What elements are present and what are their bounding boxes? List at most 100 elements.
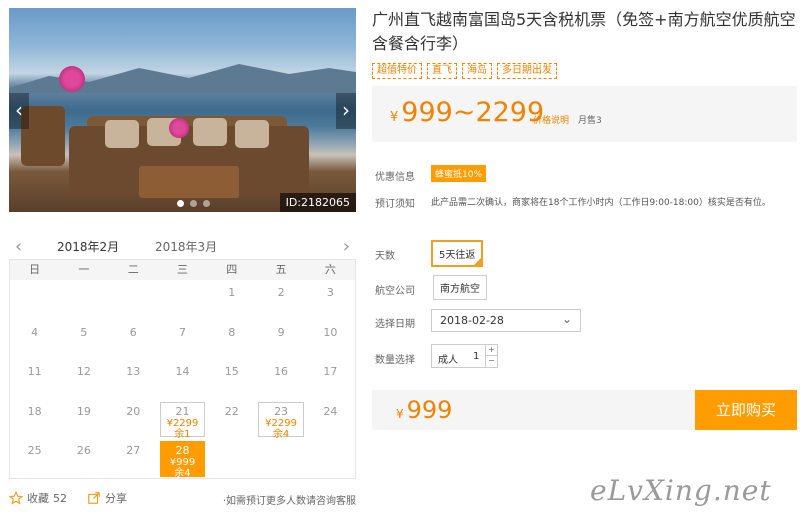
- weekday-label: 六: [324, 263, 336, 276]
- total-price: ¥999: [396, 396, 452, 424]
- currency-symbol: ¥: [396, 407, 404, 421]
- day-number: 27: [126, 444, 141, 457]
- days-label: 天数: [375, 251, 395, 262]
- day-price: ¥2299: [265, 417, 297, 429]
- calendar-empty-cell: [10, 280, 59, 320]
- day-number: 26: [76, 444, 91, 457]
- gallery-dots: [177, 200, 210, 207]
- gallery-dot[interactable]: [177, 200, 184, 207]
- calendar-day: 1: [207, 280, 256, 320]
- increment-button[interactable]: +: [486, 345, 497, 356]
- calendar-day: 4: [10, 320, 59, 360]
- day-number: 28: [175, 444, 190, 457]
- promo-label: 优惠信息: [375, 172, 415, 183]
- price-box: ¥999~2299 价格说明 月售3: [372, 86, 797, 142]
- weekday-label: 二: [127, 263, 139, 276]
- days-option[interactable]: 5天往返: [431, 240, 484, 267]
- day-number: 10: [323, 325, 338, 339]
- calendar-day-available[interactable]: 21 ¥2299 余1: [158, 399, 207, 440]
- day-number: 6: [129, 325, 137, 339]
- day-number: 3: [326, 286, 334, 299]
- airline-label: 航空公司: [375, 286, 415, 297]
- calendar-empty-cell: [109, 280, 158, 320]
- day-number: 21: [175, 404, 190, 418]
- gallery-dot[interactable]: [190, 200, 197, 207]
- site-watermark: eLvXing.net: [590, 474, 772, 507]
- day-number: 1: [228, 286, 236, 299]
- calendar-day: 10: [306, 320, 355, 360]
- calendar-day: 3: [306, 280, 355, 320]
- day-number: 23: [274, 404, 289, 418]
- calendar-day: 11: [10, 359, 59, 399]
- day-number: 25: [27, 444, 42, 457]
- weekday-label: 日: [29, 263, 41, 276]
- calendar-day: 14: [158, 359, 207, 399]
- calendar-day: 6: [109, 320, 158, 360]
- share-button[interactable]: 分享: [87, 490, 127, 506]
- coffee-table: [139, 166, 239, 198]
- product-title: 广州直飞越南富国岛5天含税机票（免签+南方航空优质航空含餐含行李）: [372, 10, 796, 53]
- calendar-day: 24: [306, 399, 355, 439]
- airline-option[interactable]: 南方航空: [433, 275, 487, 300]
- product-tag: 直飞: [427, 63, 457, 79]
- monthly-sales: 月售3: [578, 116, 602, 126]
- favorite-label: 收藏: [27, 492, 49, 505]
- calendar-header: ‹ 2018年2月 2018年3月 ›: [9, 234, 356, 262]
- orchid-flowers: [59, 66, 85, 92]
- day-number: 15: [224, 365, 239, 378]
- calendar-day: 18: [10, 399, 59, 439]
- calendar-day: 8: [207, 320, 256, 360]
- tab-month-feb[interactable]: 2018年2月: [48, 238, 128, 262]
- favorite-count: 52: [53, 491, 67, 505]
- calendar-empty-cell: [59, 280, 108, 320]
- calendar-grid: 日 一 二 三 四 五 六 1 2 3 4 5 6 7 8 9 10 11 12 13 14 15 16 17 1…: [9, 260, 356, 479]
- action-bar: 收藏 52 分享 ·如需预订更多人数请咨询客服: [9, 490, 356, 508]
- calendar-next-icon[interactable]: ›: [343, 236, 350, 257]
- decrement-button[interactable]: −: [486, 356, 497, 367]
- image-id-label: ID:2182065: [279, 193, 356, 212]
- chevron-down-icon: ⌄: [561, 312, 572, 326]
- day-remaining: 余4: [272, 428, 290, 440]
- purchase-bar: ¥999 立即购买: [372, 390, 797, 430]
- calendar-day: 13: [109, 359, 158, 399]
- product-tags: 超值特价 直飞 海岛 多日期出发: [372, 63, 557, 79]
- share-label: 分享: [105, 492, 127, 505]
- gallery-dot[interactable]: [203, 200, 210, 207]
- day-number: 4: [31, 325, 39, 339]
- cushion: [235, 120, 269, 148]
- gallery-prev-button[interactable]: ‹: [9, 93, 29, 129]
- quantity-label: 数量选择: [375, 355, 415, 366]
- product-tag: 多日期出发: [497, 63, 557, 79]
- day-number: 18: [27, 404, 42, 418]
- date-select[interactable]: 2018-02-28 ⌄: [431, 309, 581, 332]
- tab-month-mar[interactable]: 2018年3月: [155, 238, 217, 255]
- day-number: 19: [76, 404, 91, 418]
- quantity-stepper[interactable]: 成人 1 + −: [431, 344, 498, 368]
- calendar-day: 16: [256, 359, 305, 399]
- day-number: 14: [175, 365, 190, 378]
- calendar-day-available[interactable]: 28 ¥999 余4: [158, 438, 207, 479]
- favorite-button[interactable]: 收藏 52: [9, 490, 67, 506]
- calendar-day: 20: [109, 399, 158, 439]
- quantity-type: 成人: [438, 355, 458, 366]
- price-explanation-link[interactable]: 价格说明: [533, 113, 569, 126]
- weekday-label: 三: [176, 263, 188, 276]
- calendar-prev-icon[interactable]: ‹: [15, 236, 22, 257]
- date-label: 选择日期: [375, 319, 415, 330]
- star-icon: [9, 491, 23, 505]
- buy-now-button[interactable]: 立即购买: [695, 390, 797, 430]
- calendar-day-available[interactable]: 23 ¥2299 余4: [256, 399, 305, 440]
- product-tag: 超值特价: [372, 63, 422, 79]
- calendar-weekdays: 日 一 二 三 四 五 六: [10, 260, 355, 280]
- price-range-value: 999~2299: [401, 97, 545, 128]
- share-icon: [88, 492, 100, 504]
- notice-label: 预订须知: [375, 199, 415, 210]
- calendar-day: 17: [306, 359, 355, 399]
- date-value: 2018-02-28: [440, 314, 504, 327]
- cushion: [105, 120, 139, 148]
- cushion: [193, 118, 227, 146]
- gallery-next-button[interactable]: ›: [336, 93, 356, 129]
- day-price: ¥999: [169, 457, 196, 468]
- calendar-day: 12: [59, 359, 108, 399]
- day-number: 11: [27, 365, 42, 378]
